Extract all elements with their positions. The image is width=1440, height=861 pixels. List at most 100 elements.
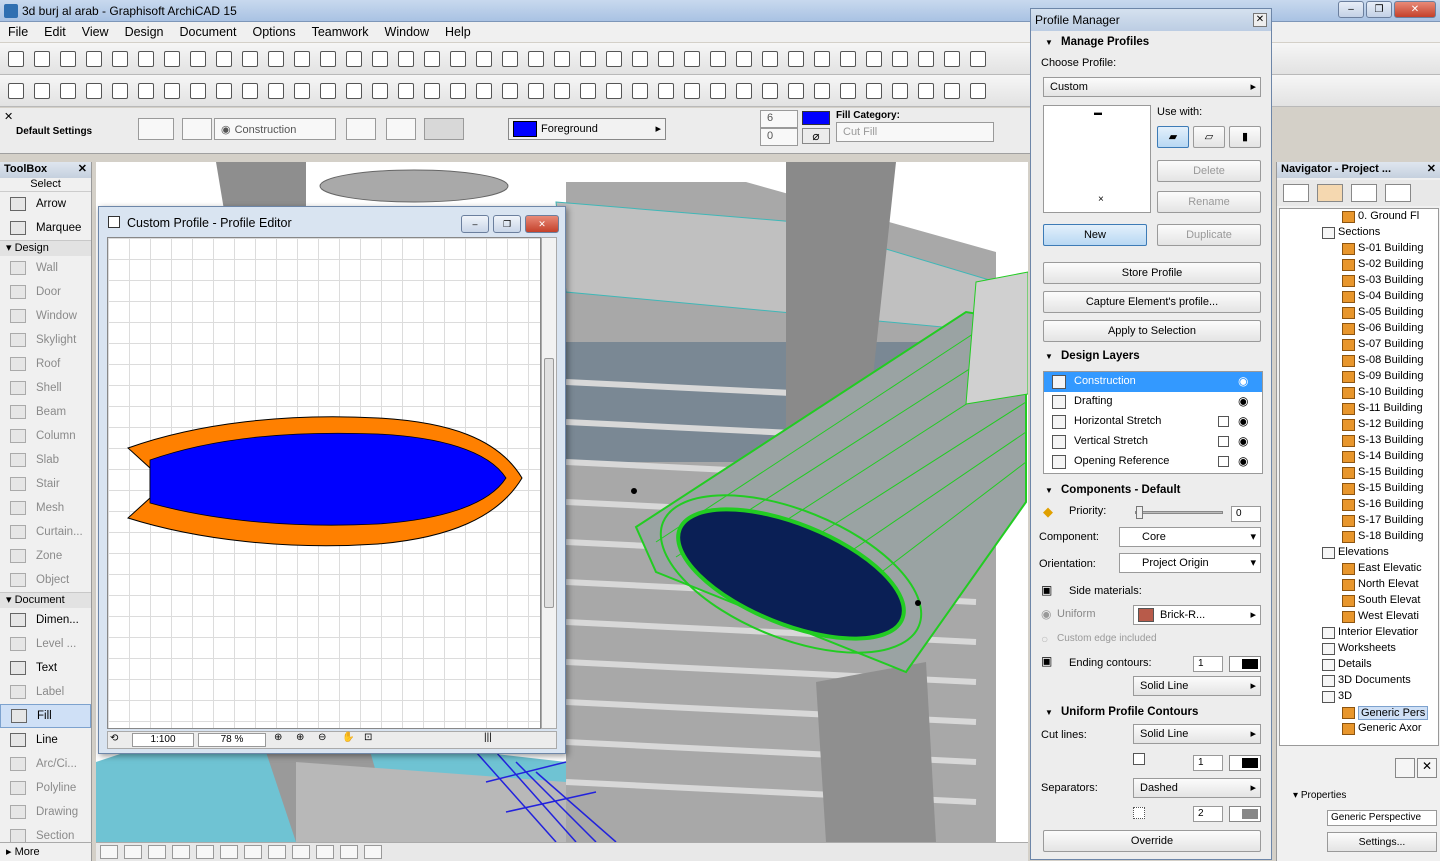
view-nav-10-icon[interactable] [316,845,334,859]
navigator-item[interactable]: S-07 Building [1280,337,1438,353]
tool-zone[interactable]: Zone [0,544,91,568]
cut-lines-select[interactable]: Solid Line [1133,724,1261,744]
horizontal-scroll-thumb[interactable]: ||| [484,732,492,743]
close-icon[interactable]: ✕ [1427,162,1436,175]
navigator-item[interactable]: Sections [1280,225,1438,241]
layer-row[interactable]: Construction ◉ [1044,372,1262,392]
edit-tool-23-icon[interactable] [580,83,596,99]
standard-tool-2-icon[interactable] [34,51,50,67]
standard-tool-12-icon[interactable] [294,51,310,67]
pen-number-2[interactable]: 0 [760,128,798,146]
choose-profile-select[interactable]: Custom [1043,77,1261,97]
edit-tool-31-icon[interactable] [788,83,804,99]
standard-tool-27-icon[interactable] [684,51,700,67]
view-map-tab[interactable] [1317,184,1343,202]
standard-tool-18-icon[interactable] [450,51,466,67]
separator-pen-swatch[interactable] [1229,806,1261,822]
standard-tool-26-icon[interactable] [658,51,674,67]
delete-button[interactable]: Delete [1157,160,1261,182]
info-box-close-icon[interactable]: ✕ [4,110,13,123]
design-section[interactable]: ▾ Design [0,240,91,256]
standard-tool-10-icon[interactable] [242,51,258,67]
duplicate-button[interactable]: Duplicate [1157,224,1261,246]
ending-pen-swatch[interactable] [1229,656,1261,672]
pan-icon[interactable]: ✋ [342,732,354,743]
geometry-method-button[interactable] [138,118,174,140]
zoom-in-icon[interactable]: ⊕ [296,732,304,743]
edit-tool-37-icon[interactable] [944,83,960,99]
profile-drawing-area[interactable] [107,237,541,729]
profile-manager-titlebar[interactable]: Profile Manager ✕ [1031,9,1271,31]
view-nav-1-icon[interactable] [100,845,118,859]
standard-tool-34-icon[interactable] [866,51,882,67]
pen-color-swatch[interactable] [802,111,830,125]
close-icon[interactable]: ✕ [1253,13,1267,27]
navigator-item[interactable]: West Elevati [1280,609,1438,625]
edit-tool-20-icon[interactable] [502,83,518,99]
navigator-item[interactable]: S-11 Building [1280,401,1438,417]
layer-row[interactable]: Horizontal Stretch ◉ [1044,412,1262,432]
store-profile-button[interactable]: Store Profile [1043,262,1261,284]
tool-door[interactable]: Door [0,280,91,304]
view-nav-2-icon[interactable] [124,845,142,859]
editor-minimize-button[interactable]: ‒ [461,215,489,233]
standard-tool-37-icon[interactable] [944,51,960,67]
separators-select[interactable]: Dashed [1133,778,1261,798]
view-nav-12-icon[interactable] [364,845,382,859]
close-button[interactable]: ✕ [1394,1,1436,18]
menu-help[interactable]: Help [437,22,479,42]
edit-tool-28-icon[interactable] [710,83,726,99]
navigator-item[interactable]: S-15 Building [1280,465,1438,481]
manage-profiles-section[interactable]: Manage Profiles [1031,36,1149,48]
refresh-icon[interactable]: ⟲ [110,733,118,744]
edit-tool-15-icon[interactable] [372,83,388,99]
scrollbar-thumb[interactable] [544,358,554,608]
standard-tool-6-icon[interactable] [138,51,154,67]
menu-design[interactable]: Design [117,22,172,42]
zoom-field[interactable]: 78 % [198,733,266,747]
navigator-item[interactable]: S-14 Building [1280,449,1438,465]
tool-wall[interactable]: Wall [0,256,91,280]
minimize-button[interactable]: ‒ [1338,1,1364,18]
document-section[interactable]: ▾ Document [0,592,91,608]
standard-tool-4-icon[interactable] [86,51,102,67]
edit-tool-4-icon[interactable] [86,83,102,99]
view-nav-4-icon[interactable] [172,845,190,859]
tool-dimen[interactable]: Dimen... [0,608,91,632]
standard-tool-13-icon[interactable] [320,51,336,67]
layer-row[interactable]: Drafting ◉ [1044,392,1262,412]
standard-tool-32-icon[interactable] [814,51,830,67]
edit-tool-25-icon[interactable] [632,83,648,99]
tool-label[interactable]: Label [0,680,91,704]
standard-tool-5-icon[interactable] [112,51,128,67]
standard-tool-15-icon[interactable] [372,51,388,67]
edit-tool-14-icon[interactable] [346,83,362,99]
editor-maximize-button[interactable]: ❐ [493,215,521,233]
project-map-tab[interactable] [1283,184,1309,202]
edit-tool-34-icon[interactable] [866,83,882,99]
edit-tool-2-icon[interactable] [34,83,50,99]
edit-tool-36-icon[interactable] [918,83,934,99]
delete-icon[interactable]: ✕ [1417,758,1437,778]
priority-field[interactable]: 0 [1231,506,1261,522]
properties-field[interactable]: Generic Perspective [1327,810,1437,826]
close-icon[interactable]: ✕ [78,162,87,175]
editor-close-button[interactable]: ✕ [525,215,559,233]
standard-tool-1-icon[interactable] [8,51,24,67]
eye-icon[interactable]: ◉ [1238,394,1248,408]
scale-field[interactable]: 1:100 [132,733,194,747]
navigator-item[interactable]: Elevations [1280,545,1438,561]
standard-tool-11-icon[interactable] [268,51,284,67]
edit-tool-13-icon[interactable] [320,83,336,99]
tool-window[interactable]: Window [0,304,91,328]
edit-tool-35-icon[interactable] [892,83,908,99]
design-layers-section[interactable]: Design Layers [1031,350,1140,362]
standard-tool-28-icon[interactable] [710,51,726,67]
edit-tool-24-icon[interactable] [606,83,622,99]
ending-line-select[interactable]: Solid Line [1133,676,1261,696]
standard-tool-38-icon[interactable] [970,51,986,67]
edit-tool-5-icon[interactable] [112,83,128,99]
pen-number-1[interactable]: 6 [760,110,798,128]
edit-tool-11-icon[interactable] [268,83,284,99]
standard-tool-3-icon[interactable] [60,51,76,67]
